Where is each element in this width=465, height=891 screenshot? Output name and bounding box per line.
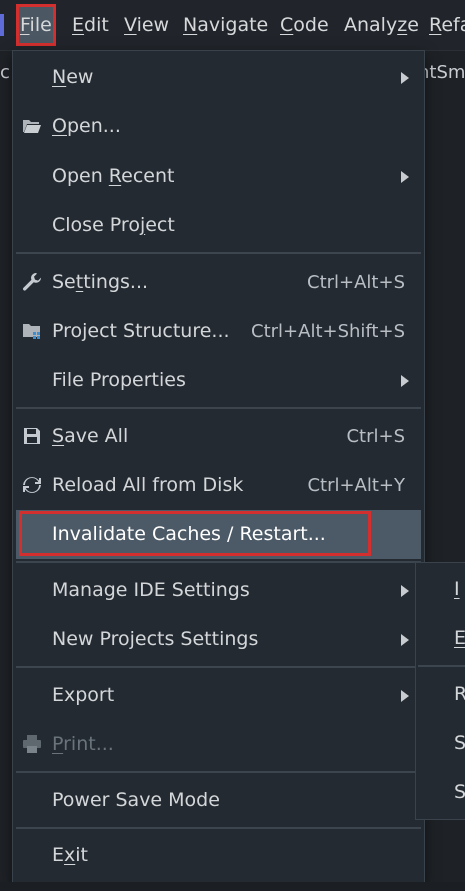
folder-open-icon bbox=[22, 116, 42, 136]
save-all-label: Save All bbox=[52, 425, 129, 447]
reload-icon bbox=[22, 475, 42, 495]
menu-item-reload-all[interactable]: Reload All from Disk Ctrl+Alt+Y bbox=[16, 461, 421, 510]
submenu-item-import[interactable]: I bbox=[454, 565, 460, 614]
editor-tab-fragment: c bbox=[0, 62, 10, 83]
menu-item-save-all[interactable]: Save All Ctrl+S bbox=[16, 412, 421, 461]
submenu-arrow-icon bbox=[401, 375, 409, 387]
menu-item-exit[interactable]: Exit bbox=[16, 831, 421, 880]
menu-bar: File Edit View Navigate Code Analyze Ref… bbox=[0, 0, 465, 51]
menu-item-manage-ide-settings[interactable]: Manage IDE Settings bbox=[16, 566, 421, 615]
export-label: Export bbox=[52, 684, 115, 706]
separator bbox=[418, 665, 465, 667]
app-icon bbox=[0, 14, 4, 36]
menu-item-export[interactable]: Export bbox=[16, 671, 421, 720]
menu-edit[interactable]: Edit bbox=[72, 0, 109, 50]
annotation-highlight-box bbox=[19, 511, 371, 556]
close-project-label: Close Project bbox=[52, 214, 175, 236]
power-save-mode-label: Power Save Mode bbox=[52, 789, 220, 811]
window-bottom bbox=[0, 882, 465, 891]
new-projects-settings-label: New Projects Settings bbox=[52, 628, 259, 650]
save-all-shortcut: Ctrl+S bbox=[346, 426, 405, 447]
settings-label: Settings... bbox=[52, 271, 149, 293]
menu-navigate[interactable]: Navigate bbox=[183, 0, 268, 50]
save-icon bbox=[22, 426, 42, 446]
exit-label: Exit bbox=[52, 844, 88, 866]
menu-analyze[interactable]: Analyze bbox=[344, 0, 419, 50]
menu-item-close-project[interactable]: Close Project bbox=[16, 201, 421, 250]
open-label: Open... bbox=[52, 115, 121, 137]
project-structure-shortcut: Ctrl+Alt+Shift+S bbox=[251, 321, 405, 342]
menu-item-file-properties[interactable]: File Properties bbox=[16, 356, 421, 405]
wrench-icon bbox=[22, 272, 42, 292]
menu-item-project-structure[interactable]: Project Structure... Ctrl+Alt+Shift+S bbox=[16, 307, 421, 356]
printer-icon bbox=[22, 734, 42, 754]
separator bbox=[16, 407, 421, 409]
separator bbox=[16, 771, 421, 773]
submenu-item-restore[interactable]: R bbox=[454, 670, 465, 719]
print-label: Print... bbox=[52, 733, 114, 755]
open-recent-label: Open Recent bbox=[52, 165, 175, 187]
menu-item-open[interactable]: Open... bbox=[16, 102, 421, 151]
menu-view[interactable]: View bbox=[124, 0, 169, 50]
manage-ide-settings-label: Manage IDE Settings bbox=[52, 579, 250, 601]
submenu-item-sync-1[interactable]: S bbox=[454, 719, 465, 768]
new-label: New bbox=[52, 66, 94, 88]
project-structure-label: Project Structure... bbox=[52, 320, 230, 342]
menu-item-new[interactable]: New bbox=[16, 53, 421, 102]
file-menu: New Open... Open Recent Close Project Se… bbox=[12, 50, 425, 884]
manage-ide-settings-submenu: I E R S S bbox=[415, 562, 465, 820]
menu-item-new-projects-settings[interactable]: New Projects Settings bbox=[16, 615, 421, 664]
submenu-item-export[interactable]: E bbox=[454, 614, 465, 663]
menu-code[interactable]: Code bbox=[280, 0, 329, 50]
submenu-item-sync-2[interactable]: S bbox=[454, 768, 465, 817]
submenu-arrow-icon bbox=[401, 690, 409, 702]
separator bbox=[16, 827, 421, 829]
menu-item-power-save-mode[interactable]: Power Save Mode bbox=[16, 776, 421, 825]
editor-tab-label[interactable]: ntSms bbox=[418, 62, 465, 83]
menu-item-print: Print... bbox=[16, 720, 421, 769]
menu-item-invalidate-caches[interactable]: Invalidate Caches / Restart... bbox=[16, 510, 421, 559]
file-properties-label: File Properties bbox=[52, 369, 186, 391]
reload-all-label: Reload All from Disk bbox=[52, 474, 244, 496]
separator bbox=[16, 252, 421, 254]
reload-all-shortcut: Ctrl+Alt+Y bbox=[307, 475, 405, 496]
submenu-arrow-icon bbox=[401, 585, 409, 597]
menu-item-open-recent[interactable]: Open Recent bbox=[16, 152, 421, 201]
menu-item-settings[interactable]: Settings... Ctrl+Alt+S bbox=[16, 258, 421, 307]
menu-refactor[interactable]: Refa bbox=[429, 0, 465, 50]
separator bbox=[16, 666, 421, 668]
separator bbox=[16, 561, 421, 563]
submenu-arrow-icon bbox=[401, 634, 409, 646]
menu-file[interactable]: File bbox=[16, 4, 56, 46]
project-structure-icon bbox=[22, 321, 42, 341]
submenu-arrow-icon bbox=[401, 171, 409, 183]
settings-shortcut: Ctrl+Alt+S bbox=[307, 272, 405, 293]
submenu-arrow-icon bbox=[401, 72, 409, 84]
